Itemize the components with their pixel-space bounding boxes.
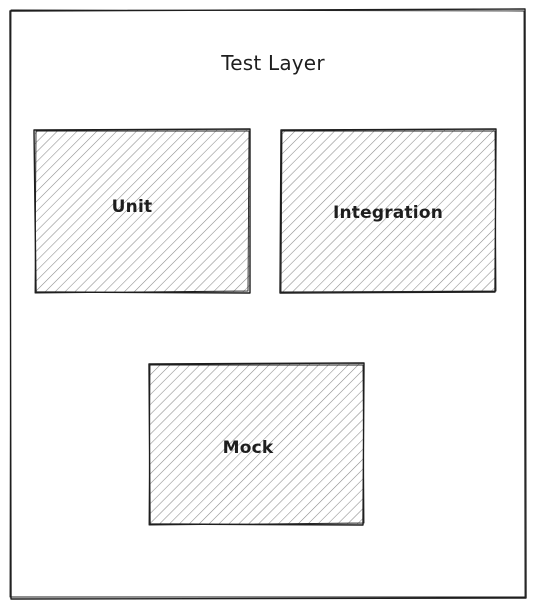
container-title: Test Layer	[220, 51, 325, 75]
mock-box[interactable]: Mock	[148, 362, 365, 526]
integration-label: Integration	[333, 203, 443, 223]
unit-box[interactable]: Unit	[33, 128, 251, 294]
diagram-canvas: Test Layer Unit Integration Mock	[9, 8, 527, 600]
unit-label: Unit	[112, 197, 153, 217]
mock-label: Mock	[223, 438, 274, 458]
integration-box[interactable]: Integration	[279, 128, 497, 294]
